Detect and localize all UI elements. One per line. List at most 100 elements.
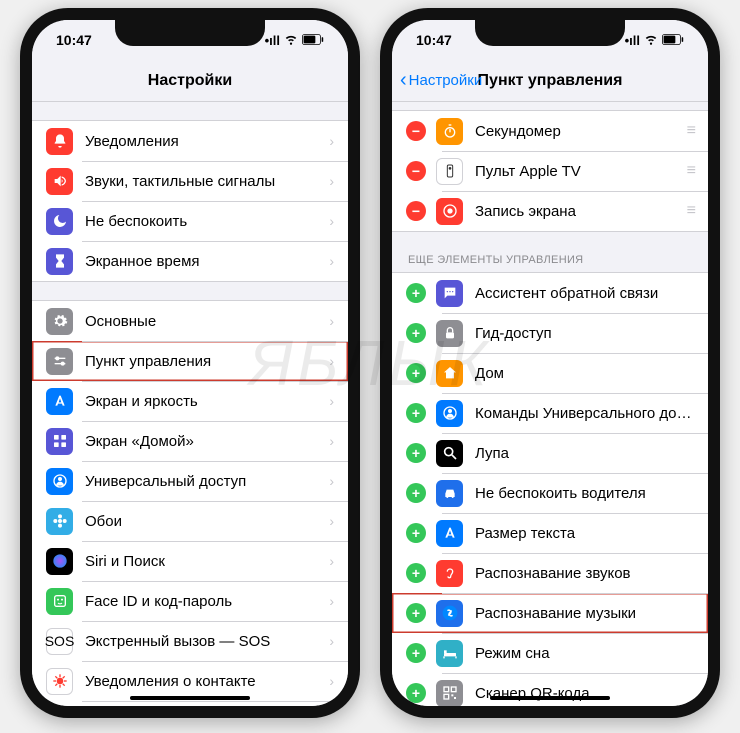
apple-tv-remote-icon bbox=[436, 158, 463, 185]
nav-bar: Настройки bbox=[32, 60, 348, 102]
chevron-right-icon: › bbox=[329, 313, 334, 329]
drag-handle-icon[interactable]: ≡ bbox=[687, 162, 694, 180]
remove-button[interactable]: − bbox=[406, 161, 426, 181]
settings-row-siri[interactable]: Siri и Поиск› bbox=[32, 541, 348, 581]
settings-row-exposure[interactable]: Уведомления о контакте› bbox=[32, 661, 348, 701]
settings-row-display[interactable]: Экран и яркость› bbox=[32, 381, 348, 421]
more-row-accessibility-shortcuts[interactable]: +Команды Универсального доступа bbox=[392, 393, 708, 433]
more-row-sleep-mode[interactable]: + Режим сна bbox=[392, 633, 708, 673]
sleep-mode-icon bbox=[436, 640, 463, 667]
more-row-driving-dnd[interactable]: +Не беспокоить водителя bbox=[392, 473, 708, 513]
row-label: Звуки, тактильные сигналы bbox=[85, 173, 325, 190]
add-button[interactable]: + bbox=[406, 523, 426, 543]
settings-row-sos[interactable]: SOSЭкстренный вызов — SOS› bbox=[32, 621, 348, 661]
chevron-right-icon: › bbox=[329, 553, 334, 569]
included-row-stopwatch[interactable]: −Секундомер≡ bbox=[392, 111, 708, 151]
more-row-text-size[interactable]: +Размер текста bbox=[392, 513, 708, 553]
add-button[interactable]: + bbox=[406, 403, 426, 423]
settings-row-screen-time[interactable]: Экранное время› bbox=[32, 241, 348, 281]
back-button[interactable]: ‹ Настройки bbox=[400, 69, 482, 92]
settings-row-dnd[interactable]: Не беспокоить› bbox=[32, 201, 348, 241]
settings-row-sounds[interactable]: Звуки, тактильные сигналы› bbox=[32, 161, 348, 201]
remove-button[interactable]: − bbox=[406, 201, 426, 221]
settings-row-faceid[interactable]: Face ID и код-пароль› bbox=[32, 581, 348, 621]
row-label: Обои bbox=[85, 513, 325, 530]
chevron-right-icon: › bbox=[329, 353, 334, 369]
screen-record-icon bbox=[436, 198, 463, 225]
settings-row-general[interactable]: Основные› bbox=[32, 301, 348, 341]
sos-icon: SOS bbox=[46, 628, 73, 655]
row-label: Экстренный вызов — SOS bbox=[85, 633, 325, 650]
control-center-list[interactable]: −Секундомер≡−Пульт Apple TV≡−Запись экра… bbox=[392, 102, 708, 706]
add-button[interactable]: + bbox=[406, 643, 426, 663]
more-row-feedback-assist[interactable]: + Ассистент обратной связи bbox=[392, 273, 708, 313]
settings-row-notifications[interactable]: Уведомления› bbox=[32, 121, 348, 161]
add-button[interactable]: + bbox=[406, 363, 426, 383]
control-center-icon bbox=[46, 348, 73, 375]
accessibility-icon bbox=[46, 468, 73, 495]
notch bbox=[475, 20, 625, 46]
row-label: Лупа bbox=[475, 445, 694, 462]
add-button[interactable]: + bbox=[406, 603, 426, 623]
drag-handle-icon[interactable]: ≡ bbox=[687, 122, 694, 140]
battery-icon bbox=[662, 33, 684, 48]
drag-handle-icon[interactable]: ≡ bbox=[687, 202, 694, 220]
settings-row-home-screen[interactable]: Экран «Домой»› bbox=[32, 421, 348, 461]
more-row-magnifier[interactable]: + Лупа bbox=[392, 433, 708, 473]
row-label: Экран и яркость bbox=[85, 393, 325, 410]
add-button[interactable]: + bbox=[406, 443, 426, 463]
nav-bar: ‹ Настройки Пункт управления bbox=[392, 60, 708, 102]
home-indicator[interactable] bbox=[490, 696, 610, 700]
more-row-guided-access[interactable]: +Гид-доступ bbox=[392, 313, 708, 353]
home-indicator[interactable] bbox=[130, 696, 250, 700]
status-indicators: •ıll bbox=[265, 32, 324, 49]
wallpaper-icon bbox=[46, 508, 73, 535]
music-recognition-icon bbox=[436, 600, 463, 627]
add-button[interactable]: + bbox=[406, 483, 426, 503]
faceid-icon bbox=[46, 588, 73, 615]
text-size-icon bbox=[436, 520, 463, 547]
settings-list[interactable]: Уведомления›Звуки, тактильные сигналы›Не… bbox=[32, 102, 348, 706]
add-button[interactable]: + bbox=[406, 683, 426, 703]
sounds-icon bbox=[46, 168, 73, 195]
settings-row-accessibility[interactable]: Универсальный доступ› bbox=[32, 461, 348, 501]
add-button[interactable]: + bbox=[406, 563, 426, 583]
wifi-icon bbox=[284, 32, 298, 49]
row-label: Основные bbox=[85, 313, 325, 330]
notch bbox=[115, 20, 265, 46]
row-label: Универсальный доступ bbox=[85, 473, 325, 490]
page-title: Настройки bbox=[148, 72, 232, 90]
accessibility-shortcuts-icon bbox=[436, 400, 463, 427]
row-label: Запись экрана bbox=[475, 203, 687, 220]
settings-row-control-center[interactable]: Пункт управления› bbox=[32, 341, 348, 381]
status-time: 10:47 bbox=[56, 32, 92, 48]
settings-row-battery[interactable]: Аккумулятор› bbox=[32, 701, 348, 706]
more-row-qr-scanner[interactable]: +Сканер QR-кода bbox=[392, 673, 708, 706]
row-label: Ассистент обратной связи bbox=[475, 285, 694, 302]
more-row-home[interactable]: +Дом bbox=[392, 353, 708, 393]
signal-icon: •ıll bbox=[625, 33, 640, 48]
settings-row-wallpaper[interactable]: Обои› bbox=[32, 501, 348, 541]
chevron-left-icon: ‹ bbox=[400, 69, 407, 92]
chevron-right-icon: › bbox=[329, 393, 334, 409]
add-button[interactable]: + bbox=[406, 323, 426, 343]
chevron-right-icon: › bbox=[329, 133, 334, 149]
row-label: Face ID и код-пароль bbox=[85, 593, 325, 610]
row-label: Распознавание звуков bbox=[475, 565, 694, 582]
chevron-right-icon: › bbox=[329, 253, 334, 269]
add-button[interactable]: + bbox=[406, 283, 426, 303]
sound-recognition-icon bbox=[436, 560, 463, 587]
included-row-apple-tv-remote[interactable]: −Пульт Apple TV≡ bbox=[392, 151, 708, 191]
more-row-sound-recognition[interactable]: + Распознавание звуков bbox=[392, 553, 708, 593]
included-row-screen-record[interactable]: − Запись экрана≡ bbox=[392, 191, 708, 231]
remove-button[interactable]: − bbox=[406, 121, 426, 141]
back-label: Настройки bbox=[409, 72, 483, 89]
more-row-music-recognition[interactable]: +Распознавание музыки bbox=[392, 593, 708, 633]
row-label: Режим сна bbox=[475, 645, 694, 662]
more-controls-header: ЕЩЕ ЭЛЕМЕНТЫ УПРАВЛЕНИЯ bbox=[392, 250, 708, 272]
guided-access-icon bbox=[436, 320, 463, 347]
row-label: Экранное время bbox=[85, 253, 325, 270]
page-title: Пункт управления bbox=[478, 72, 623, 90]
row-label: Не беспокоить bbox=[85, 213, 325, 230]
feedback-assist-icon bbox=[436, 280, 463, 307]
